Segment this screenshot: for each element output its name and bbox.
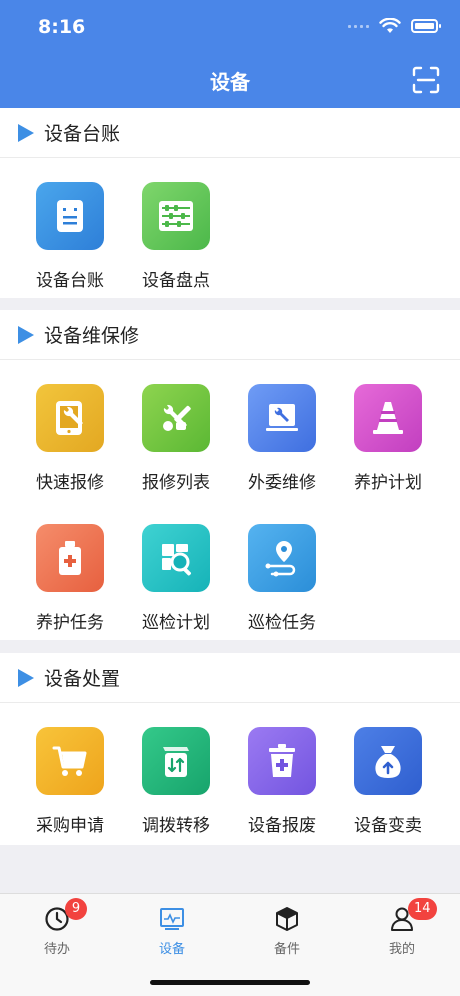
section-ledger: 设备台账 设备台账 设备盘点	[0, 108, 460, 298]
ledger-doc-icon	[36, 182, 104, 250]
section-disposal: 设备处置 采购申请 调拨转移 设备报废 设备变卖	[0, 653, 460, 845]
item-label: 报修列表	[142, 473, 210, 493]
item-inspection-task[interactable]: 巡检任务	[229, 524, 335, 633]
monitor-wrench-icon	[248, 384, 316, 452]
tab-todo[interactable]: 待办 9	[27, 898, 87, 957]
traffic-cone-icon	[354, 384, 422, 452]
item-outsourced-repair[interactable]: 外委维修	[229, 384, 335, 493]
tab-mine[interactable]: 我的 14	[372, 898, 437, 957]
trash-icon	[248, 727, 316, 795]
item-equipment-inventory[interactable]: 设备盘点	[123, 182, 229, 291]
item-scrap[interactable]: 设备报废	[229, 727, 335, 836]
tab-parts[interactable]: 备件	[257, 904, 317, 957]
tab-device[interactable]: 设备	[142, 904, 202, 957]
item-label: 巡检任务	[248, 613, 316, 633]
location-pin-icon	[248, 524, 316, 592]
abacus-icon	[142, 182, 210, 250]
wifi-icon	[379, 18, 401, 33]
cellular-signal-icon	[348, 24, 369, 28]
magnifier-icon	[142, 524, 210, 592]
page-title: 设备	[210, 70, 250, 94]
item-equipment-ledger[interactable]: 设备台账	[17, 182, 123, 291]
section-maintenance: 设备维保修 快速报修 报修列表 外委维修 养护计划 养护任务 巡检计划 巡检任务	[0, 310, 460, 640]
item-label: 养护计划	[354, 473, 422, 493]
first-aid-bottle-icon	[36, 524, 104, 592]
play-triangle-icon	[18, 123, 34, 142]
shopping-cart-icon	[36, 727, 104, 795]
tab-label: 设备	[158, 942, 185, 957]
transfer-arrows-icon	[142, 727, 210, 795]
item-label: 设备盘点	[142, 271, 210, 291]
section-title: 设备处置	[44, 668, 121, 690]
item-sale[interactable]: 设备变卖	[335, 727, 441, 836]
play-triangle-icon	[18, 668, 34, 687]
item-label: 巡检计划	[142, 613, 210, 633]
todo-badge: 9	[65, 898, 87, 920]
item-label: 养护任务	[36, 613, 104, 633]
tab-label: 我的	[388, 942, 415, 957]
item-quick-repair[interactable]: 快速报修	[17, 384, 123, 493]
item-label: 设备报废	[248, 816, 316, 836]
screen: 8:16 设备 设备台账 设备台账 设备盘点 设备维保修 快速报修 报修列表 外…	[0, 0, 460, 996]
item-maintenance-plan[interactable]: 养护计划	[335, 384, 441, 493]
status-icons	[348, 18, 441, 34]
status-time: 8:16	[38, 16, 86, 38]
tools-icon	[142, 384, 210, 452]
cube-icon	[272, 904, 302, 934]
item-inspection-plan[interactable]: 巡检计划	[123, 524, 229, 633]
section-title: 设备台账	[44, 123, 121, 145]
home-indicator	[150, 980, 310, 985]
tab-label: 待办	[43, 942, 70, 957]
item-label: 外委维修	[248, 473, 316, 493]
tab-label: 备件	[273, 942, 300, 957]
item-transfer[interactable]: 调拨转移	[123, 727, 229, 836]
section-header: 设备处置	[0, 653, 460, 703]
item-label: 采购申请	[36, 816, 104, 836]
item-label: 快速报修	[36, 473, 104, 493]
scan-icon[interactable]	[412, 66, 440, 94]
section-header: 设备维保修	[0, 310, 460, 360]
battery-icon	[411, 19, 441, 33]
tablet-wrench-icon	[36, 384, 104, 452]
item-repair-list[interactable]: 报修列表	[123, 384, 229, 493]
section-header: 设备台账	[0, 108, 460, 158]
item-purchase-request[interactable]: 采购申请	[17, 727, 123, 836]
mine-badge: 14	[408, 898, 437, 920]
item-label: 设备变卖	[354, 816, 422, 836]
play-triangle-icon	[18, 325, 34, 344]
app-header: 8:16 设备	[0, 0, 460, 108]
section-title: 设备维保修	[44, 325, 140, 347]
item-maintenance-task[interactable]: 养护任务	[17, 524, 123, 633]
item-label: 设备台账	[36, 271, 104, 291]
monitor-pulse-icon	[157, 904, 187, 934]
money-bag-icon	[354, 727, 422, 795]
item-label: 调拨转移	[142, 816, 210, 836]
